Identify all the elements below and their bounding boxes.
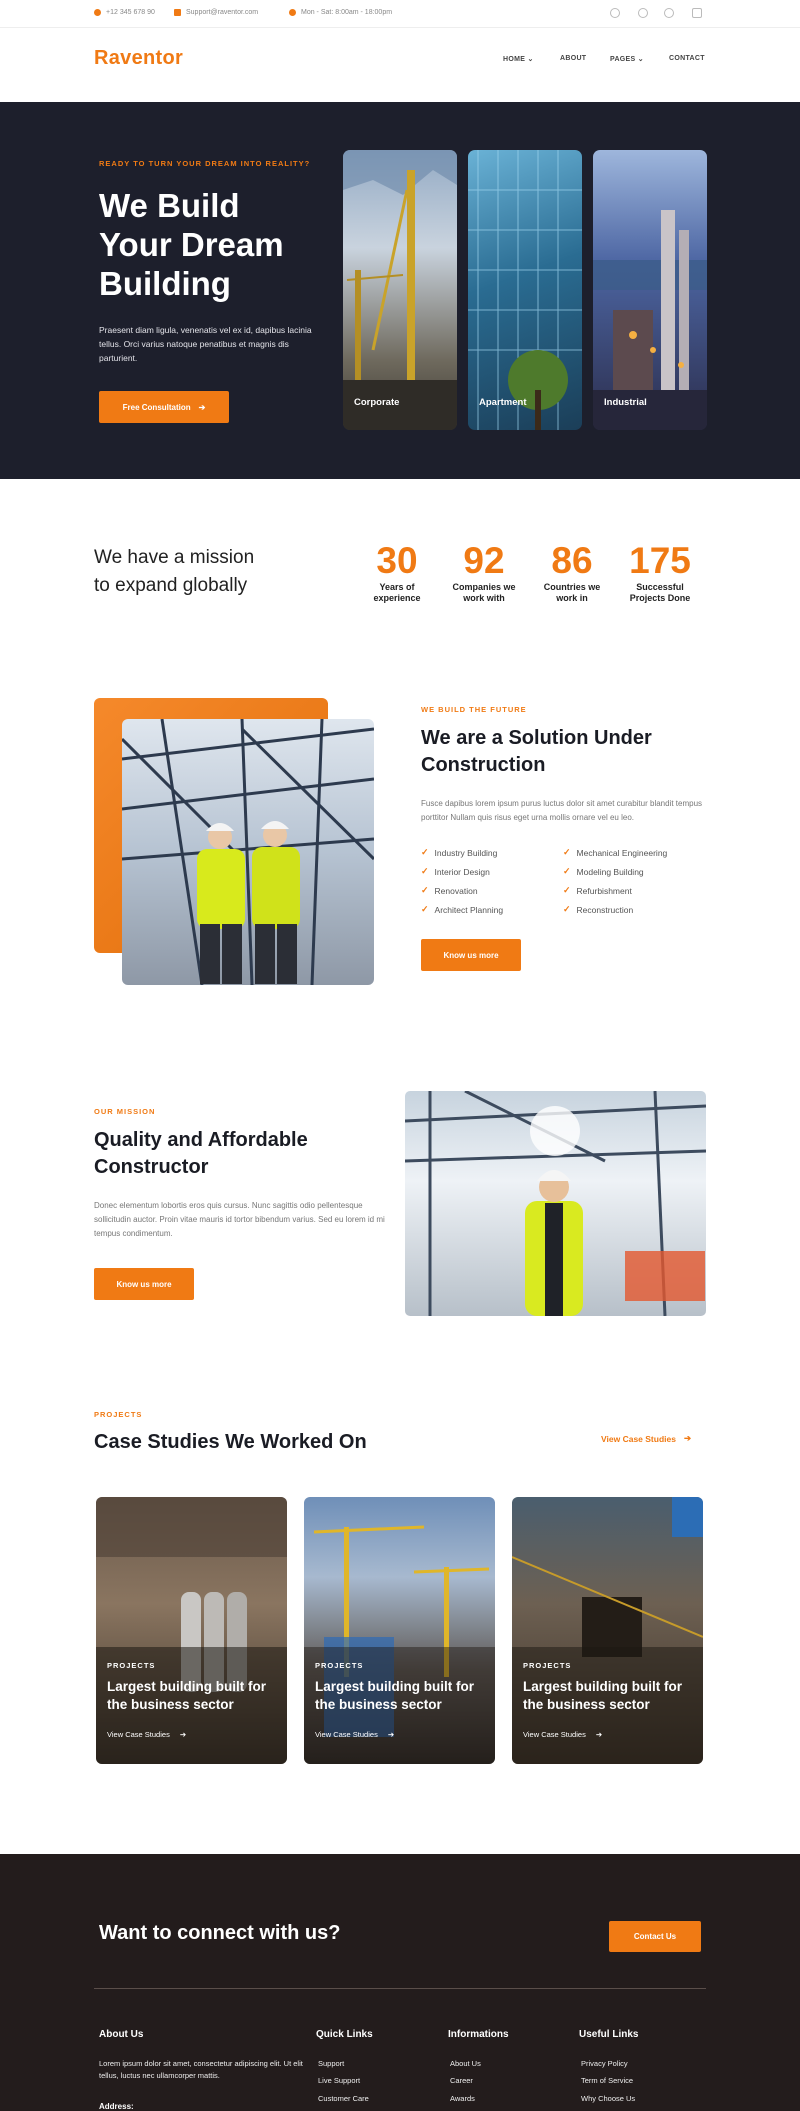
arrow-right-icon: ➔ bbox=[387, 1730, 395, 1739]
project-card[interactable]: PROJECTS Largest building built for the … bbox=[304, 1497, 495, 1764]
project-tag: PROJECTS bbox=[107, 1661, 156, 1670]
mission-text: Donec elementum lobortis eros quis cursu… bbox=[94, 1201, 385, 1238]
footer-about-text: Lorem ipsum dolor sit amet, consectetur … bbox=[99, 2059, 303, 2080]
mission-title: Quality and Affordable Constructor bbox=[94, 1129, 308, 1178]
facebook-icon[interactable] bbox=[610, 8, 620, 18]
hero-text: Praesent diam ligula, venenatis vel ex i… bbox=[99, 325, 312, 363]
footer-useful-title: Useful Links bbox=[579, 2029, 639, 2040]
nav-pages[interactable]: PAGES ⌄ bbox=[610, 55, 644, 63]
nav-home[interactable]: HOME ⌄ bbox=[503, 55, 534, 63]
feature-item: ✓ Refurbishment bbox=[563, 885, 632, 896]
feature-item: ✓ Modeling Building bbox=[563, 866, 644, 877]
hero-card-corporate[interactable]: Corporate bbox=[343, 150, 457, 430]
feature-item: ✓ Reconstruction bbox=[563, 904, 634, 915]
footer-info-title: Informations bbox=[448, 2029, 509, 2040]
project-link[interactable]: View Case Studies ➔ bbox=[523, 1730, 602, 1739]
engineer-photo bbox=[405, 1091, 706, 1316]
arrow-right-icon: ➔ bbox=[179, 1730, 187, 1739]
arrow-right-icon: ➔ bbox=[683, 1433, 692, 1443]
clock-icon bbox=[289, 9, 296, 16]
mission-heading: We have a mission to expand globally bbox=[94, 547, 255, 596]
footer-link[interactable]: Term of Service bbox=[581, 2076, 633, 2085]
hero-card-industrial[interactable]: Industrial bbox=[593, 150, 707, 430]
footer-link[interactable]: Privacy Policy bbox=[581, 2059, 628, 2068]
stat-projects: 175 Successful Projects Done bbox=[629, 540, 691, 603]
project-card[interactable]: PROJECTS Largest building built for the … bbox=[512, 1497, 703, 1764]
feature-item: ✓ Architect Planning bbox=[421, 904, 504, 915]
project-tag: PROJECTS bbox=[315, 1661, 364, 1670]
nav-about[interactable]: ABOUT bbox=[560, 55, 586, 62]
phone-info[interactable]: +12 345 678 90 bbox=[94, 9, 155, 16]
project-tag: PROJECTS bbox=[523, 1661, 572, 1670]
mail-icon bbox=[174, 9, 181, 16]
check-icon: ✓ bbox=[563, 866, 571, 876]
project-title: Largest building built for the business … bbox=[523, 1679, 682, 1712]
stat-companies: 92 Companies we work with bbox=[452, 540, 516, 603]
check-icon: ✓ bbox=[421, 885, 429, 895]
workers-photo bbox=[122, 719, 374, 985]
check-icon: ✓ bbox=[563, 885, 571, 895]
factory-illustration bbox=[593, 210, 707, 430]
nav-contact[interactable]: CONTACT bbox=[669, 55, 705, 62]
project-link[interactable]: View Case Studies ➔ bbox=[315, 1730, 394, 1739]
check-icon: ✓ bbox=[421, 847, 429, 857]
project-title: Largest building built for the business … bbox=[315, 1679, 474, 1712]
contact-us-button[interactable]: Contact Us bbox=[609, 1921, 701, 1952]
feature-item: ✓ Mechanical Engineering bbox=[563, 847, 668, 858]
card-label-apartment: Apartment bbox=[479, 397, 527, 408]
footer-link[interactable]: Career bbox=[450, 2076, 473, 2085]
stat-years: 30 Years of experience bbox=[373, 540, 421, 603]
hero-title: We Build Your Dream Building bbox=[99, 187, 284, 302]
view-case-studies-link[interactable]: View Case Studies ➔ bbox=[601, 1433, 691, 1444]
check-icon: ✓ bbox=[563, 904, 571, 914]
linkedin-icon[interactable] bbox=[692, 8, 702, 18]
check-icon: ✓ bbox=[421, 904, 429, 914]
footer-link[interactable]: Support bbox=[318, 2059, 344, 2068]
hero-eyebrow: READY TO TURN YOUR DREAM INTO REALITY? bbox=[99, 159, 311, 168]
footer-link[interactable]: Live Support bbox=[318, 2076, 360, 2085]
footer-link[interactable]: Why Choose Us bbox=[581, 2094, 635, 2103]
footer-link[interactable]: Awards bbox=[450, 2094, 475, 2103]
logo[interactable]: Raventor bbox=[94, 47, 183, 70]
footer-about-title: About Us bbox=[99, 2029, 144, 2040]
chevron-down-icon: ⌄ bbox=[527, 56, 534, 63]
solution-eyebrow: WE BUILD THE FUTURE bbox=[421, 705, 527, 714]
footer-quicklinks-title: Quick Links bbox=[316, 2029, 373, 2040]
building-illustration bbox=[468, 150, 582, 430]
project-link[interactable]: View Case Studies ➔ bbox=[107, 1730, 186, 1739]
mission-know-us-more-button[interactable]: Know us more bbox=[94, 1268, 194, 1300]
free-consultation-button[interactable]: Free Consultation ➔ bbox=[99, 391, 229, 423]
phone-icon bbox=[94, 9, 101, 16]
hours-info: Mon - Sat: 8:00am - 18:00pm bbox=[289, 9, 392, 16]
solution-text: Fusce dapibus lorem ipsum purus luctus d… bbox=[421, 799, 703, 822]
mission-eyebrow: OUR MISSION bbox=[94, 1107, 156, 1116]
chevron-down-icon: ⌄ bbox=[637, 56, 644, 63]
email-info[interactable]: Support@raventor.com bbox=[174, 9, 258, 16]
know-us-more-button[interactable]: Know us more bbox=[421, 939, 521, 971]
hero-card-apartment[interactable]: Apartment bbox=[468, 150, 582, 430]
projects-title: Case Studies We Worked On bbox=[94, 1431, 367, 1453]
project-title: Largest building built for the business … bbox=[107, 1679, 266, 1712]
arrow-right-icon: ➔ bbox=[198, 402, 206, 412]
stat-countries: 86 Countries we work in bbox=[543, 540, 601, 603]
footer-divider bbox=[94, 1988, 706, 1989]
arrow-right-icon: ➔ bbox=[595, 1730, 603, 1739]
check-icon: ✓ bbox=[421, 866, 429, 876]
footer-link[interactable]: About Us bbox=[450, 2059, 481, 2068]
footer-cta-title: Want to connect with us? bbox=[99, 1922, 341, 1944]
solution-title: We are a Solution Under Construction bbox=[421, 727, 652, 776]
footer-address-label: Address: bbox=[99, 2102, 134, 2111]
card-label-corporate: Corporate bbox=[354, 397, 400, 408]
crane-illustration bbox=[343, 150, 457, 430]
instagram-icon[interactable] bbox=[664, 8, 674, 18]
check-icon: ✓ bbox=[563, 847, 571, 857]
feature-item: ✓ Interior Design bbox=[421, 866, 490, 877]
projects-eyebrow: PROJECTS bbox=[94, 1410, 143, 1419]
card-label-industrial: Industrial bbox=[604, 397, 647, 408]
project-card[interactable]: PROJECTS Largest building built for the … bbox=[96, 1497, 287, 1764]
twitter-icon[interactable] bbox=[638, 8, 648, 18]
feature-item: ✓ Renovation bbox=[421, 885, 478, 896]
footer-link[interactable]: Customer Care bbox=[318, 2094, 369, 2103]
feature-item: ✓ Industry Building bbox=[421, 847, 498, 858]
